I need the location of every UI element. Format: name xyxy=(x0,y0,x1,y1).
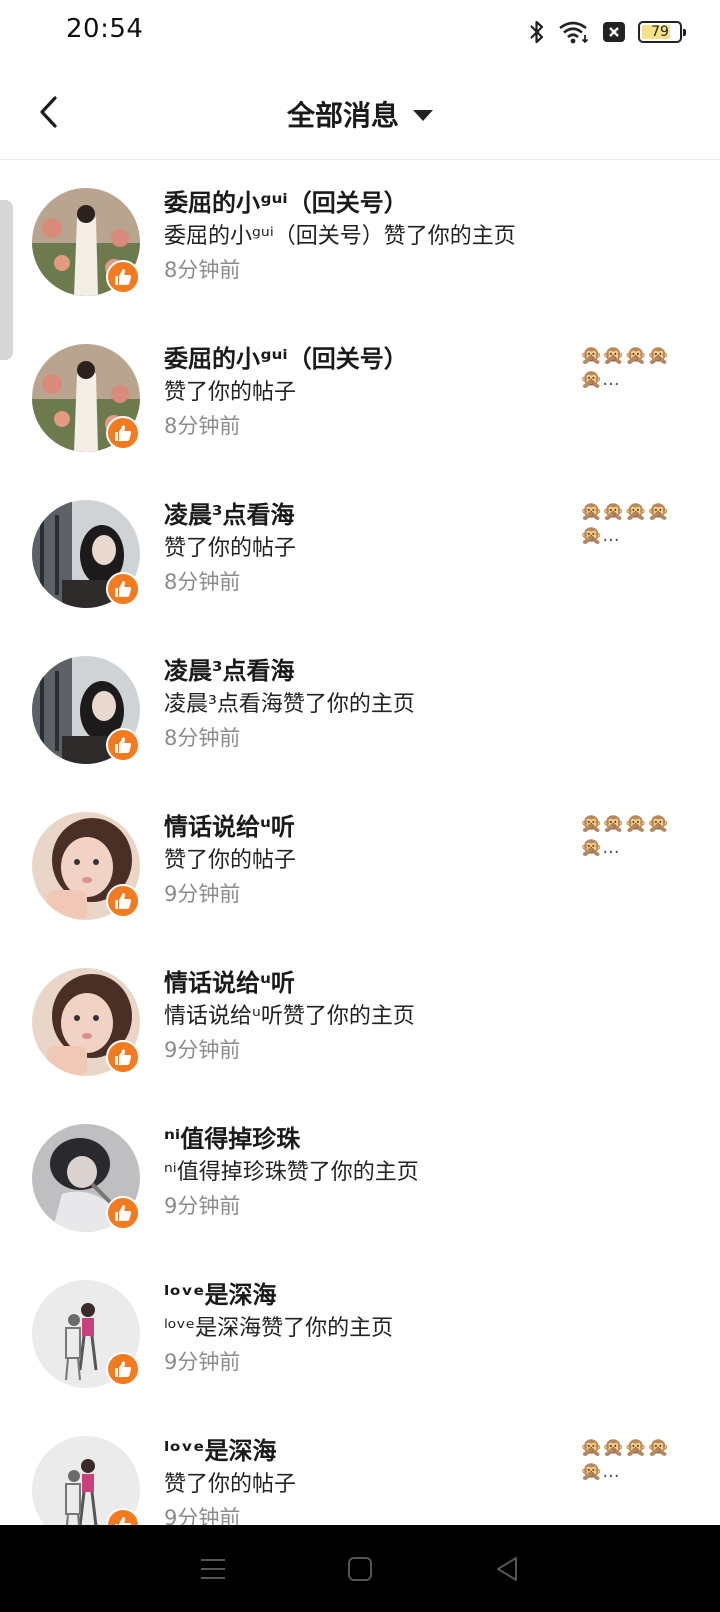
avatar-button[interactable] xyxy=(32,968,140,1076)
message-item[interactable]: 委屈的小ᵍᵘⁱ（回关号） 赞了你的帖子 8分钟前 🙊🙊🙊🙊🙊... xyxy=(0,316,720,472)
message-item[interactable]: 凌晨³点看海凌晨³点看海赞了你的主页 8分钟前 xyxy=(0,628,720,784)
avatar-button[interactable] xyxy=(32,812,140,920)
bluetooth-icon xyxy=(528,19,546,45)
message-description: 赞了你的帖子 xyxy=(164,536,297,561)
thumbs-up-icon xyxy=(106,260,140,294)
avatar-button[interactable] xyxy=(32,1124,140,1232)
message-time: 9分钟前 xyxy=(164,882,241,906)
message-time: 8分钟前 xyxy=(164,258,241,282)
menu-icon xyxy=(201,1558,226,1579)
message-time: 9分钟前 xyxy=(164,1038,241,1062)
message-description: 凌晨³点看海赞了你的主页 xyxy=(164,692,415,717)
thumbs-up-icon xyxy=(106,1352,140,1386)
message-description: 委屈的小ᵍᵘⁱ（回关号）赞了你的主页 xyxy=(164,224,516,249)
message-description: ⁿⁱ值得掉珍珠赞了你的主页 xyxy=(164,1160,419,1185)
message-time: 8分钟前 xyxy=(164,414,241,438)
sender-name[interactable]: 凌晨³点看海 xyxy=(164,654,570,688)
wifi-icon xyxy=(558,20,590,44)
sender-name[interactable]: 情话说给ᵘ听 xyxy=(164,810,570,844)
home-button[interactable] xyxy=(335,1544,385,1594)
message-item[interactable]: 凌晨³点看海赞了你的帖子 8分钟前 🙊🙊🙊🙊🙊... xyxy=(0,472,720,628)
thumbs-up-icon xyxy=(106,572,140,606)
avatar-button[interactable] xyxy=(32,1280,140,1388)
message-description: 赞了你的帖子 xyxy=(164,848,297,873)
thumbs-up-icon xyxy=(106,884,140,918)
avatar-button[interactable] xyxy=(32,188,140,296)
message-text: 委屈的小ᵍᵘⁱ（回关号） 赞了你的帖子 8分钟前 xyxy=(164,342,570,442)
message-text: ˡᵒᵛᵉ是深海 ˡᵒᵛᵉ是深海赞了你的主页 9分钟前 xyxy=(164,1278,570,1378)
avatar-button[interactable] xyxy=(32,1436,140,1525)
message-item[interactable]: 情话说给ᵘ听情话说给ᵘ听赞了你的主页 9分钟前 xyxy=(0,940,720,1096)
message-time: 9分钟前 xyxy=(164,1506,241,1525)
post-preview[interactable]: 🙊🙊🙊🙊🙊... xyxy=(580,344,680,392)
message-text: ⁿⁱ值得掉珍珠 ⁿⁱ值得掉珍珠赞了你的主页 9分钟前 xyxy=(164,1122,570,1222)
thumbs-up-icon xyxy=(106,728,140,762)
message-time: 9分钟前 xyxy=(164,1194,241,1218)
post-preview[interactable]: 🙊🙊🙊🙊🙊... xyxy=(580,812,680,860)
notification-x-icon xyxy=(602,21,626,43)
message-list: 委屈的小ᵍᵘⁱ（回关号） 委屈的小ᵍᵘⁱ（回关号）赞了你的主页 8分钟前 委屈的小ᵍᵘ… xyxy=(0,160,720,1525)
home-icon xyxy=(347,1556,372,1581)
message-text: ˡᵒᵛᵉ是深海赞了你的帖子 9分钟前 xyxy=(164,1434,570,1525)
message-time: 9分钟前 xyxy=(164,1350,241,1374)
sender-name[interactable]: 凌晨³点看海 xyxy=(164,498,570,532)
message-item[interactable]: ⁿⁱ值得掉珍珠 ⁿⁱ值得掉珍珠赞了你的主页 9分钟前 xyxy=(0,1096,720,1252)
message-description: 赞了你的帖子 xyxy=(164,380,297,405)
message-time: 8分钟前 xyxy=(164,570,241,594)
menu-button[interactable] xyxy=(188,1544,238,1594)
message-item[interactable]: ˡᵒᵛᵉ是深海赞了你的帖子 9分钟前 🙊🙊🙊🙊🙊... xyxy=(0,1408,720,1525)
message-text: 委屈的小ᵍᵘⁱ（回关号） 委屈的小ᵍᵘⁱ（回关号）赞了你的主页 8分钟前 xyxy=(164,186,570,286)
message-description: 情话说给ᵘ听赞了你的主页 xyxy=(164,1004,415,1029)
thumbs-up-icon xyxy=(106,1040,140,1074)
post-preview[interactable]: 🙊🙊🙊🙊🙊... xyxy=(580,1436,680,1484)
sender-name[interactable]: ˡᵒᵛᵉ是深海 xyxy=(164,1434,570,1468)
message-item[interactable]: ˡᵒᵛᵉ是深海 ˡᵒᵛᵉ是深海赞了你的主页 9分钟前 xyxy=(0,1252,720,1408)
message-text: 凌晨³点看海赞了你的帖子 8分钟前 xyxy=(164,498,570,598)
page-title: 全部消息 xyxy=(286,99,399,132)
battery-percent: 79 xyxy=(651,24,669,40)
message-item[interactable]: 委屈的小ᵍᵘⁱ（回关号） 委屈的小ᵍᵘⁱ（回关号）赞了你的主页 8分钟前 xyxy=(0,160,720,316)
back-triangle-icon xyxy=(496,1556,517,1581)
system-nav-bar xyxy=(0,1525,720,1612)
sender-name[interactable]: ⁿⁱ值得掉珍珠 xyxy=(164,1122,570,1156)
sender-name[interactable]: 委屈的小ᵍᵘⁱ（回关号） xyxy=(164,186,570,220)
header: 全部消息 xyxy=(0,66,720,160)
avatar-button[interactable] xyxy=(32,500,140,608)
post-preview[interactable]: 🙊🙊🙊🙊🙊... xyxy=(580,500,680,548)
message-filter-dropdown[interactable]: 全部消息 xyxy=(0,94,720,134)
sender-name[interactable]: ˡᵒᵛᵉ是深海 xyxy=(164,1278,570,1312)
message-description: ˡᵒᵛᵉ是深海赞了你的主页 xyxy=(164,1316,394,1341)
status-bar: 20:54 79 xyxy=(0,0,720,66)
avatar-button[interactable] xyxy=(32,656,140,764)
sender-name[interactable]: 情话说给ᵘ听 xyxy=(164,966,570,1000)
message-description: 赞了你的帖子 xyxy=(164,1472,297,1497)
message-item[interactable]: 情话说给ᵘ听赞了你的帖子 9分钟前 🙊🙊🙊🙊🙊... xyxy=(0,784,720,940)
sender-name[interactable]: 委屈的小ᵍᵘⁱ（回关号） xyxy=(164,342,570,376)
thumbs-up-icon xyxy=(106,1196,140,1230)
caret-down-icon xyxy=(413,109,433,121)
battery-icon: 79 xyxy=(638,21,686,43)
message-time: 8分钟前 xyxy=(164,726,241,750)
back-nav-button[interactable] xyxy=(482,1544,532,1594)
message-text: 情话说给ᵘ听情话说给ᵘ听赞了你的主页 9分钟前 xyxy=(164,966,570,1066)
status-icons: 79 xyxy=(528,18,686,46)
thumbs-up-icon xyxy=(106,416,140,450)
status-time: 20:54 xyxy=(66,14,144,44)
message-text: 情话说给ᵘ听赞了你的帖子 9分钟前 xyxy=(164,810,570,910)
battery-tip xyxy=(683,29,686,36)
message-text: 凌晨³点看海凌晨³点看海赞了你的主页 8分钟前 xyxy=(164,654,570,754)
avatar-button[interactable] xyxy=(32,344,140,452)
